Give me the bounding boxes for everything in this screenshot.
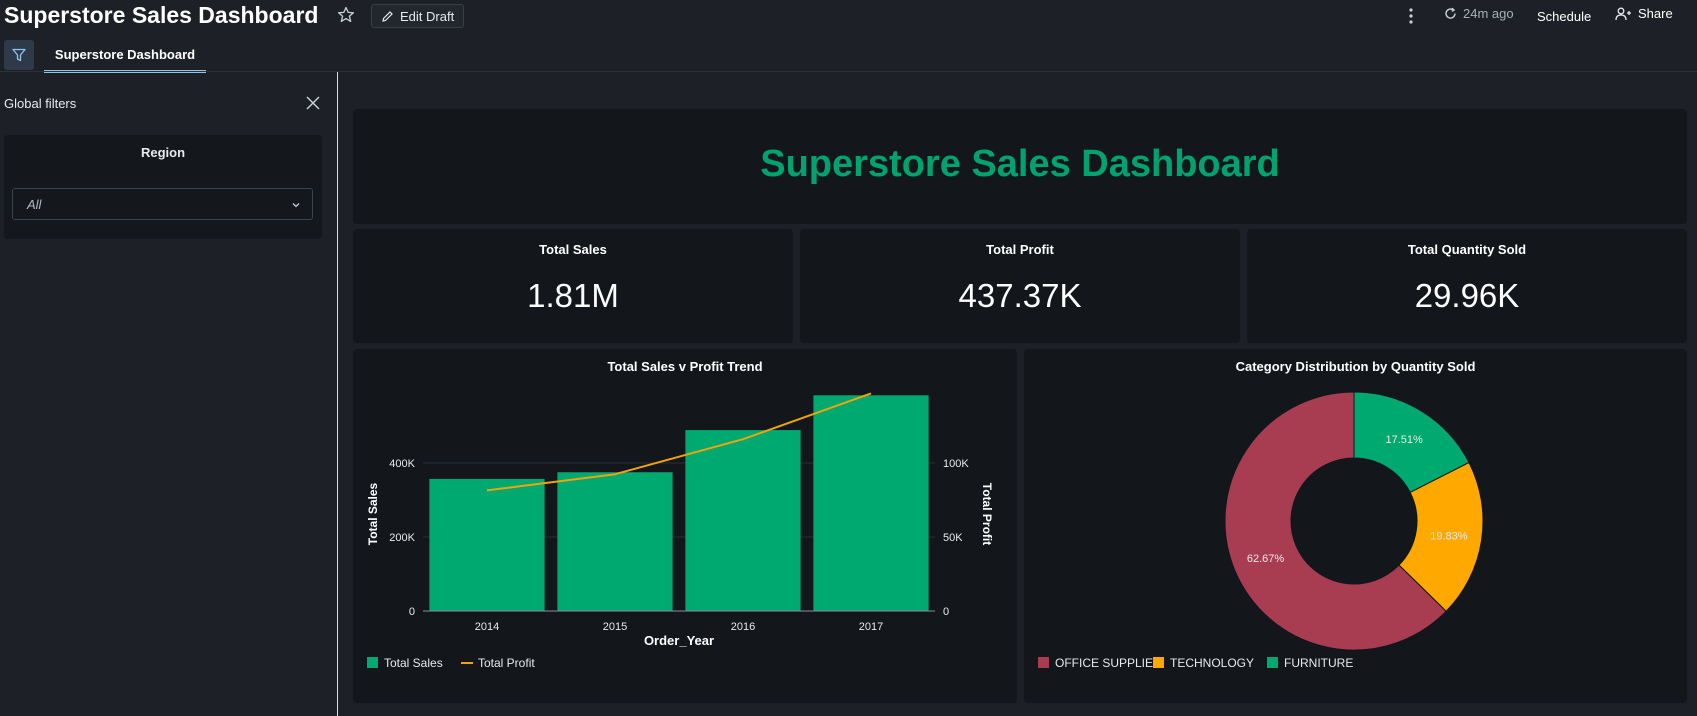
- region-filter-card: Region All: [4, 135, 322, 239]
- legend-label: FURNITURE: [1284, 656, 1353, 670]
- region-filter-label: Region: [140, 145, 186, 160]
- bar-total-sales: [429, 478, 545, 611]
- category-distribution-card: Category Distribution by Quantity Sold 1…: [1024, 349, 1687, 703]
- x-tick-label: 2015: [603, 621, 627, 633]
- chevron-down-icon: [292, 203, 300, 208]
- x-tick-label: 2014: [475, 621, 499, 633]
- x-axis-title: Order_Year: [644, 633, 714, 648]
- refresh-icon: [1445, 7, 1456, 19]
- region-select[interactable]: All: [12, 188, 313, 220]
- kpi-value: 437.37K: [958, 277, 1082, 314]
- x-tick-label: 2016: [731, 621, 755, 633]
- kpi-card-total-sales: Total Sales 1.81M: [353, 229, 793, 343]
- favorite-star-icon[interactable]: [336, 5, 356, 25]
- legend-label-total-sales: Total Sales: [384, 656, 443, 670]
- close-filters-icon[interactable]: [305, 95, 321, 111]
- y2-axis-title: Total Profit: [980, 483, 994, 545]
- legend-swatch-total-sales: [367, 657, 378, 668]
- global-filters-title: Global filters: [4, 96, 77, 111]
- dashboard-heading: Superstore Sales Dashboard: [760, 143, 1280, 185]
- kpi-title: Total Sales: [539, 242, 607, 257]
- slice-value-label: 17.51%: [1386, 434, 1424, 446]
- kpi-card-total-quantity: Total Quantity Sold 29.96K: [1247, 229, 1687, 343]
- y-tick-label: 0: [409, 606, 415, 618]
- top-bar: Superstore Sales Dashboard Edit Draft 24…: [0, 0, 1697, 34]
- slice-value-label: 19.83%: [1430, 531, 1468, 543]
- legend-label-total-profit: Total Profit: [478, 656, 535, 670]
- slice-value-label: 62.67%: [1247, 553, 1285, 565]
- y-tick-label: 400K: [389, 458, 415, 470]
- y2-tick-label: 50K: [943, 532, 963, 544]
- share-people-icon: [1615, 7, 1631, 20]
- bar-total-sales: [685, 430, 801, 611]
- last-refresh-label: 24m ago: [1463, 6, 1514, 21]
- filter-funnel-icon: [12, 48, 26, 62]
- kpi-title: Total Quantity Sold: [1407, 242, 1527, 257]
- share-button[interactable]: Share: [1615, 6, 1673, 21]
- refresh-button[interactable]: 24m ago: [1443, 6, 1514, 21]
- y2-tick-label: 100K: [943, 458, 969, 470]
- kpi-value: 1.81M: [527, 277, 619, 314]
- y2-tick-label: 0: [943, 606, 949, 618]
- sales-profit-combo-chart: 0 200K 400K 0 50K 100K 2014 2015 2016 2017 Order_Y…: [366, 392, 994, 670]
- schedule-button[interactable]: Schedule: [1537, 9, 1591, 24]
- kpi-title: Total Profit: [986, 242, 1054, 257]
- y-tick-label: 200K: [389, 532, 415, 544]
- y-axis-title: Total Sales: [366, 482, 380, 545]
- edit-draft-button[interactable]: Edit Draft: [371, 4, 465, 28]
- x-tick-label: 2017: [859, 621, 883, 633]
- bar-total-sales: [557, 472, 673, 611]
- region-select-value: All: [27, 197, 42, 212]
- share-label: Share: [1638, 6, 1673, 21]
- legend-swatch: [1267, 657, 1278, 668]
- dashboard-title: Superstore Sales Dashboard: [4, 2, 319, 28]
- filter-panel-toggle[interactable]: [4, 40, 34, 70]
- kpi-value: 29.96K: [1414, 277, 1520, 314]
- tab-divider: [0, 71, 1697, 72]
- legend-swatch: [1153, 657, 1164, 668]
- bar-total-sales: [813, 395, 929, 611]
- legend-label: TECHNOLOGY: [1170, 656, 1254, 670]
- sales-profit-trend-card: Total Sales v Profit Trend 0 200K 400K 0 50K…: [353, 349, 1017, 703]
- category-donut-chart: 17.51% 19.83% 62.67% OFFICE SUPPLIES TECHNOL…: [1038, 391, 1484, 670]
- tab-superstore-dashboard[interactable]: Superstore Dashboard: [44, 40, 206, 72]
- legend-swatch: [1038, 657, 1049, 668]
- kpi-card-total-profit: Total Profit 437.37K: [800, 229, 1240, 343]
- pencil-icon: [382, 10, 393, 22]
- legend-label: OFFICE SUPPLIES: [1055, 656, 1161, 670]
- sidebar-divider[interactable]: [337, 72, 338, 716]
- edit-draft-label: Edit Draft: [400, 8, 455, 24]
- dashboard-header-card: Superstore Sales Dashboard: [353, 109, 1687, 224]
- more-options-icon[interactable]: [1404, 6, 1418, 26]
